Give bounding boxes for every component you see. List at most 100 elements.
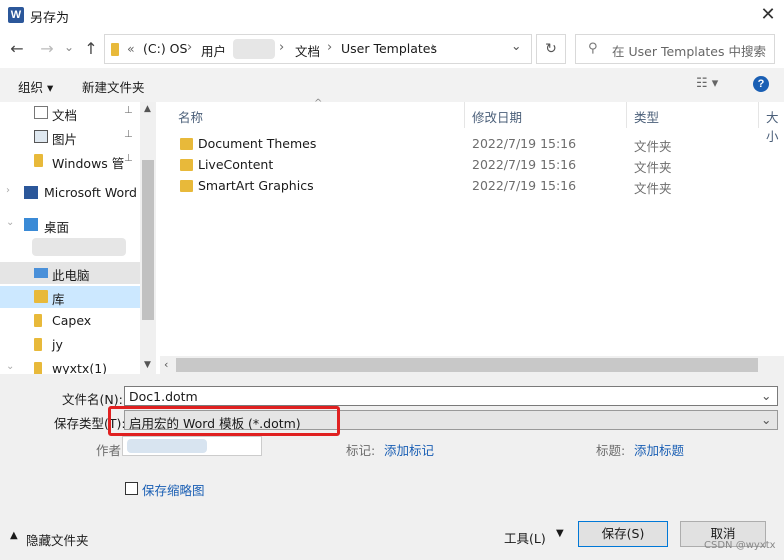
- word-app-icon: W: [8, 7, 24, 23]
- scroll-left-icon[interactable]: ‹: [164, 358, 168, 371]
- breadcrumb-documents[interactable]: 文档: [295, 41, 320, 60]
- column-divider[interactable]: [464, 102, 465, 128]
- expand-chevron-icon[interactable]: ⌄: [6, 217, 14, 228]
- word-icon: [24, 186, 38, 199]
- breadcrumb-user-templates[interactable]: User Templates: [341, 41, 437, 56]
- folder-icon: [111, 43, 119, 56]
- scroll-down-icon[interactable]: ▼: [144, 360, 151, 370]
- filetype-dropdown-icon[interactable]: ⌄: [761, 412, 771, 427]
- folder-icon: [34, 314, 42, 327]
- pictures-icon: [34, 130, 48, 143]
- desktop-icon: [24, 218, 38, 231]
- nav-label: jy: [52, 337, 63, 352]
- library-icon: [34, 290, 48, 303]
- nav-item-microsoft-word[interactable]: › Microsoft Word: [0, 182, 140, 204]
- address-bar[interactable]: « (C:) OS › 用户 › 文档 › User Templates › ⌄: [104, 34, 532, 64]
- folder-icon: [180, 180, 193, 192]
- filename-dropdown-icon[interactable]: ⌄: [761, 388, 771, 403]
- file-row[interactable]: LiveContent 2022/7/19 15:16 文件夹: [160, 155, 784, 175]
- nav-label: 图片: [52, 132, 78, 147]
- column-modified-date[interactable]: 修改日期: [472, 107, 522, 126]
- command-toolbar: 组织 ▾ 新建文件夹 ☷ ▾ ?: [0, 68, 784, 102]
- column-name[interactable]: 名称: [178, 107, 203, 126]
- forward-arrow-icon[interactable]: →: [36, 38, 58, 60]
- file-row[interactable]: SmartArt Graphics 2022/7/19 15:16 文件夹: [160, 176, 784, 196]
- refresh-button[interactable]: ↻: [536, 34, 566, 64]
- address-overflow[interactable]: «: [127, 41, 135, 56]
- tools-menu[interactable]: 工具(L): [504, 528, 546, 547]
- author-field[interactable]: [122, 436, 262, 456]
- pin-icon: ⊥: [124, 153, 133, 164]
- folder-icon: [34, 154, 43, 167]
- filename-input[interactable]: Doc1.dotm ⌄: [124, 386, 778, 406]
- watermark: CSDN @wyxtx: [704, 540, 776, 551]
- nav-item-windows-admin[interactable]: Windows 管理 ⊥: [0, 150, 140, 172]
- file-list-header: 名称 ^ 修改日期 类型 大小: [160, 98, 784, 144]
- collapse-chevron-icon[interactable]: ▲: [10, 530, 18, 541]
- nav-scrollbar-thumb[interactable]: [142, 160, 154, 320]
- filename-value: Doc1.dotm: [129, 389, 198, 404]
- search-box[interactable]: ⚲ 在 User Templates 中搜索: [575, 34, 775, 64]
- close-window-button[interactable]: ✕: [754, 2, 782, 28]
- sort-ascending-icon: ^: [314, 98, 323, 109]
- add-tags-link[interactable]: 添加标记: [384, 440, 434, 459]
- search-placeholder: 在 User Templates 中搜索: [612, 44, 766, 59]
- save-button[interactable]: 保存(S): [578, 521, 668, 547]
- redacted-username: [233, 39, 275, 59]
- folder-icon: [34, 362, 42, 374]
- breadcrumb-separator-icon[interactable]: ›: [279, 40, 284, 55]
- column-type[interactable]: 类型: [634, 107, 659, 126]
- breadcrumb-separator-icon[interactable]: ›: [431, 40, 436, 55]
- back-arrow-icon[interactable]: ←: [6, 38, 28, 60]
- breadcrumb-separator-icon[interactable]: ›: [187, 40, 192, 55]
- file-date: 2022/7/19 15:16: [472, 157, 577, 172]
- file-date: 2022/7/19 15:16: [472, 178, 577, 193]
- new-folder-button[interactable]: 新建文件夹: [82, 77, 145, 96]
- file-name: SmartArt Graphics: [198, 178, 314, 193]
- column-divider[interactable]: [626, 102, 627, 128]
- nav-item-jy[interactable]: jy: [0, 334, 140, 356]
- author-label: 作者:: [96, 443, 126, 458]
- breadcrumb-separator-icon[interactable]: ›: [327, 40, 332, 55]
- help-icon[interactable]: ?: [753, 76, 769, 92]
- expand-chevron-icon[interactable]: ⌄: [6, 361, 14, 372]
- scroll-up-icon[interactable]: ▲: [144, 104, 151, 114]
- view-options-icon[interactable]: ☷ ▾: [696, 76, 718, 91]
- file-type: 文件夹: [634, 139, 672, 154]
- file-row[interactable]: Document Themes 2022/7/19 15:16 文件夹: [160, 134, 784, 154]
- organize-button[interactable]: 组织 ▾: [18, 77, 53, 96]
- file-name: LiveContent: [198, 157, 274, 172]
- add-title-link[interactable]: 添加标题: [634, 440, 684, 459]
- horizontal-scrollbar-thumb[interactable]: [176, 358, 758, 372]
- tools-dropdown-icon[interactable]: ▼: [556, 528, 564, 539]
- file-type: 文件夹: [634, 160, 672, 175]
- search-icon: ⚲: [588, 41, 598, 56]
- redacted-author: [127, 439, 207, 453]
- file-type: 文件夹: [634, 181, 672, 196]
- nav-item-libraries[interactable]: 库: [0, 286, 140, 308]
- nav-label: 文档: [52, 108, 78, 123]
- breadcrumb-drive[interactable]: (C:) OS: [143, 41, 187, 56]
- address-dropdown-icon[interactable]: ⌄: [511, 38, 521, 53]
- nav-label: Capex: [52, 313, 92, 328]
- up-arrow-icon[interactable]: ↑: [80, 38, 102, 60]
- column-divider[interactable]: [758, 102, 759, 128]
- navigation-pane: 文档 ⊥ 图片 ⊥ Windows 管理 ⊥ › Microsoft Word …: [0, 102, 156, 374]
- nav-item-documents[interactable]: 文档 ⊥: [0, 102, 140, 124]
- breadcrumb-users[interactable]: 用户: [201, 41, 226, 60]
- recent-locations-dropdown[interactable]: ⌄: [58, 36, 80, 58]
- nav-item-pictures[interactable]: 图片 ⊥: [0, 126, 140, 148]
- folder-icon: [180, 138, 193, 150]
- save-thumbnail-label[interactable]: 保存缩略图: [142, 480, 205, 499]
- nav-item-this-pc[interactable]: 此电脑: [0, 262, 140, 284]
- file-name: Document Themes: [198, 136, 317, 151]
- nav-item-wyxtx[interactable]: ⌄ wyxtx(1): [0, 358, 140, 374]
- hide-folders-toggle[interactable]: 隐藏文件夹: [26, 530, 89, 549]
- expand-chevron-icon[interactable]: ›: [6, 185, 10, 196]
- nav-label: wyxtx(1): [52, 361, 108, 374]
- highlight-annotation-box: [108, 406, 340, 436]
- nav-item-desktop[interactable]: ⌄ 桌面: [0, 214, 140, 236]
- nav-label: Microsoft Word: [44, 185, 137, 200]
- nav-item-capex[interactable]: Capex: [0, 310, 140, 332]
- thumbnail-checkbox[interactable]: [125, 482, 138, 495]
